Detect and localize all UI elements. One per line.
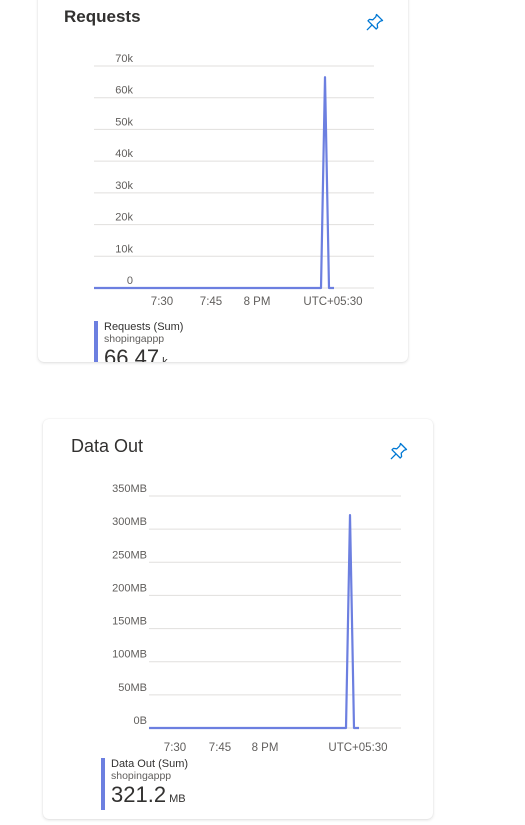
y-tick-label: 10k — [115, 243, 133, 255]
legend-series-name: Data Out (Sum) — [111, 758, 189, 770]
pin-icon — [366, 13, 384, 31]
card-title: Data Out — [71, 436, 144, 456]
y-tick-label: 350MB — [112, 483, 147, 495]
x-tick-label: 8 PM — [252, 742, 279, 754]
y-tick-label: 60k — [115, 85, 133, 97]
y-tick-label: 0 — [127, 275, 133, 287]
y-tick-label: 50k — [115, 116, 133, 128]
legend-color-swatch — [101, 758, 105, 810]
legend-resource-name: shopingappp — [104, 333, 165, 345]
y-tick-label: 50MB — [118, 682, 147, 694]
legend-value: 66.47 k — [104, 345, 183, 362]
legend-color-swatch — [94, 321, 98, 362]
requests-chart-card[interactable]: Requests 0 10k 20k 30k 40k 50k 60k 70k 7:30 7:45 8… — [38, 0, 408, 362]
y-tick-label: 100MB — [112, 649, 147, 661]
pin-button[interactable] — [363, 10, 387, 34]
data-out-chart-card[interactable]: Data Out 0B 50MB 100MB 150MB 200MB 250MB 300MB… — [43, 419, 433, 819]
y-tick-label: 200MB — [112, 582, 147, 594]
x-tick-label: 7:45 — [209, 742, 231, 754]
x-tick-label: 7:45 — [200, 296, 222, 308]
requests-line-chart: 0 10k 20k 30k 40k 50k 60k 70k 7:30 7:45 8 PM UTC+05… — [94, 53, 374, 308]
pin-icon — [390, 442, 408, 460]
legend-value-number: 321.2 — [111, 782, 167, 807]
y-tick-label: 40k — [115, 148, 133, 160]
y-tick-label: 20k — [115, 212, 133, 224]
legend-resource-name: shopingappp — [111, 770, 172, 782]
x-tick-label: 7:30 — [151, 296, 173, 308]
chart-legend[interactable]: Data Out (Sum) shopingappp 321.2 MB — [101, 758, 188, 812]
legend-value-unit: MB — [169, 793, 186, 805]
legend-value-unit: k — [162, 356, 168, 362]
y-tick-label: 0B — [134, 715, 147, 727]
legend-value-number: 66.47 — [104, 345, 160, 362]
data-out-line-chart: 0B 50MB 100MB 150MB 200MB 250MB 300MB 350MB 7:30… — [112, 483, 401, 754]
y-tick-label: 70k — [115, 53, 133, 65]
x-tick-label: 8 PM — [244, 296, 271, 308]
y-tick-label: 300MB — [112, 516, 147, 528]
chart-legend[interactable]: Requests (Sum) shopingappp 66.47 k — [94, 321, 183, 362]
legend-series-name: Requests (Sum) — [104, 321, 184, 333]
y-tick-label: 150MB — [112, 616, 147, 628]
y-tick-label: 250MB — [112, 549, 147, 561]
legend-value: 321.2 MB — [111, 782, 188, 812]
pin-button[interactable] — [387, 439, 411, 463]
x-tick-label: UTC+05:30 — [328, 742, 387, 754]
card-title: Requests — [64, 7, 141, 26]
y-tick-label: 30k — [115, 180, 133, 192]
x-tick-label: 7:30 — [164, 742, 186, 754]
series-line — [149, 513, 359, 730]
x-tick-label: UTC+05:30 — [303, 296, 362, 308]
